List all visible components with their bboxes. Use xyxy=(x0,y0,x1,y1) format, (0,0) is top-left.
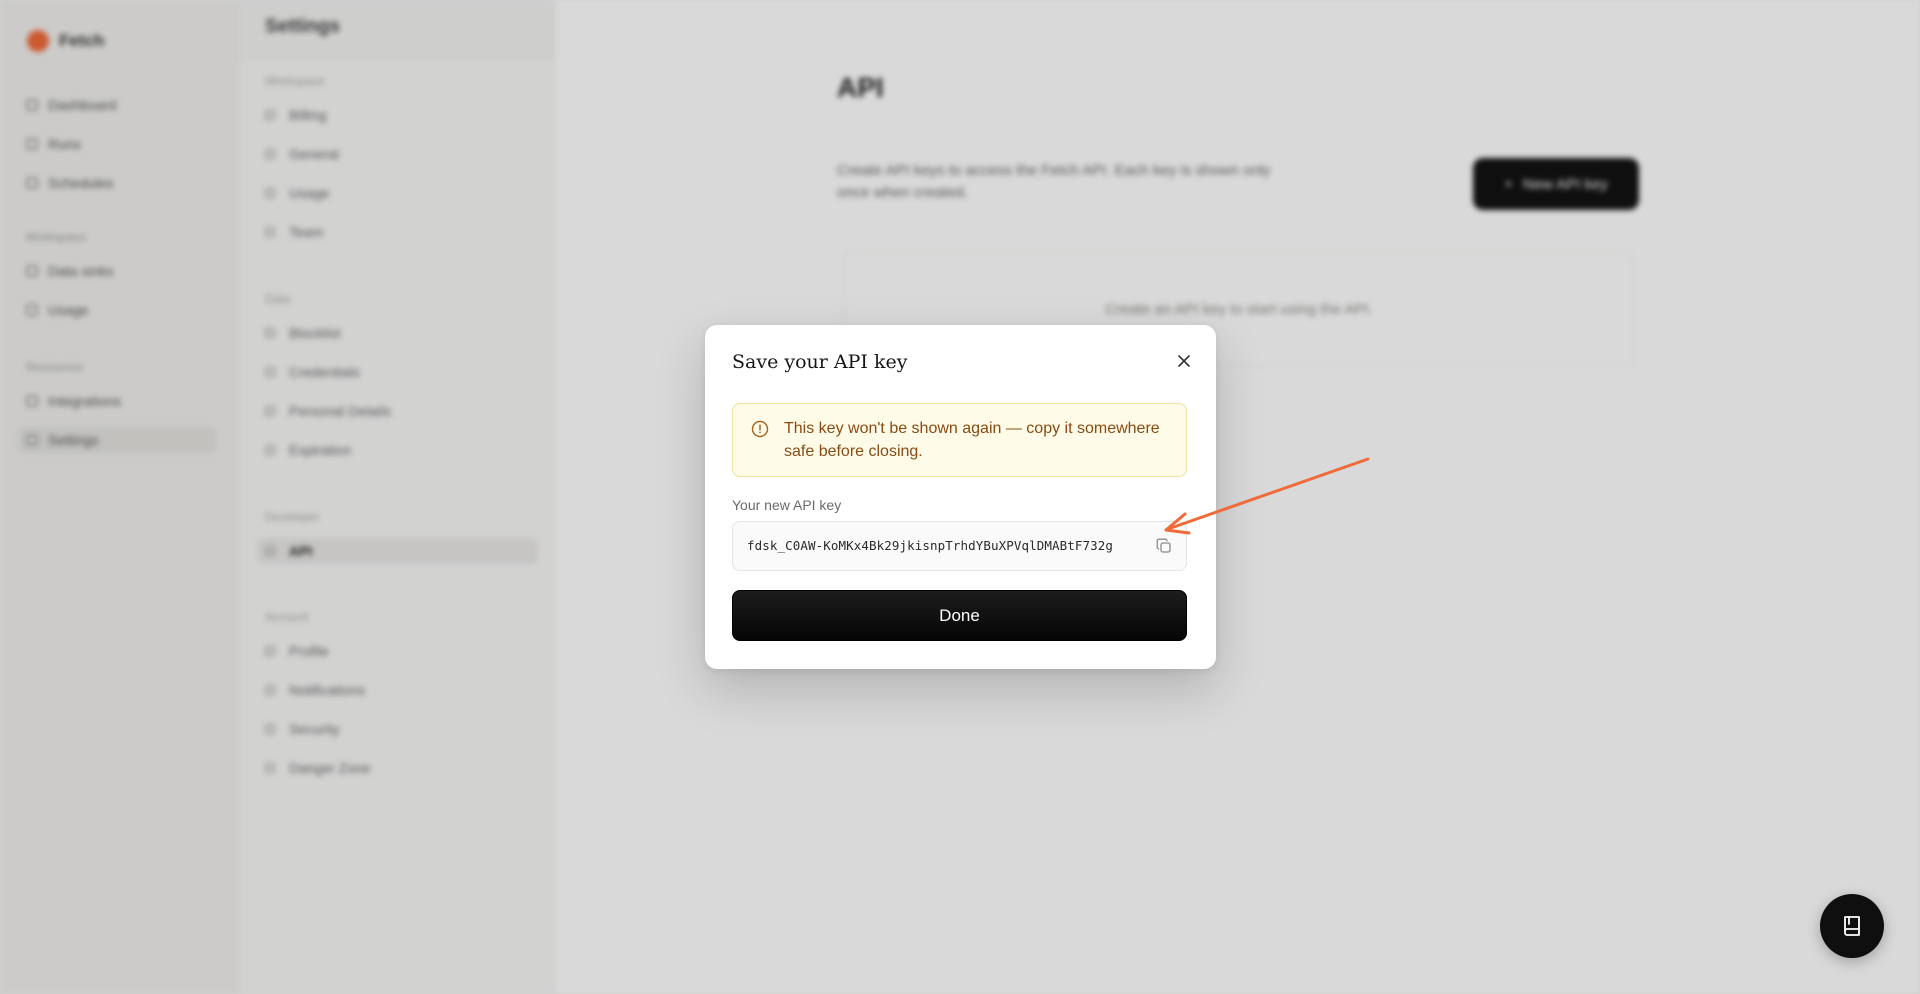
warning-text: This key won't be shown again — copy it … xyxy=(784,420,1160,460)
info-circle-icon xyxy=(751,420,769,438)
help-docs-button[interactable] xyxy=(1820,894,1884,958)
copy-icon xyxy=(1156,538,1171,553)
api-key-label: Your new API key xyxy=(732,497,842,513)
api-key-value[interactable]: fdsk_C0AW-KoMKx4Bk29jkisnpTrhdYBuXPVqlDM… xyxy=(747,522,1113,570)
dialog-title: Save your API key xyxy=(732,351,908,373)
done-button[interactable]: Done xyxy=(732,590,1187,641)
api-key-field[interactable]: fdsk_C0AW-KoMKx4Bk29jkisnpTrhdYBuXPVqlDM… xyxy=(732,521,1187,571)
save-api-key-dialog: Save your API key This key won't be show… xyxy=(705,325,1216,669)
warning-alert: This key won't be shown again — copy it … xyxy=(732,403,1187,477)
close-button[interactable] xyxy=(1173,350,1195,372)
book-icon xyxy=(1844,916,1860,936)
copy-button[interactable] xyxy=(1154,536,1174,556)
close-icon xyxy=(1178,355,1190,367)
